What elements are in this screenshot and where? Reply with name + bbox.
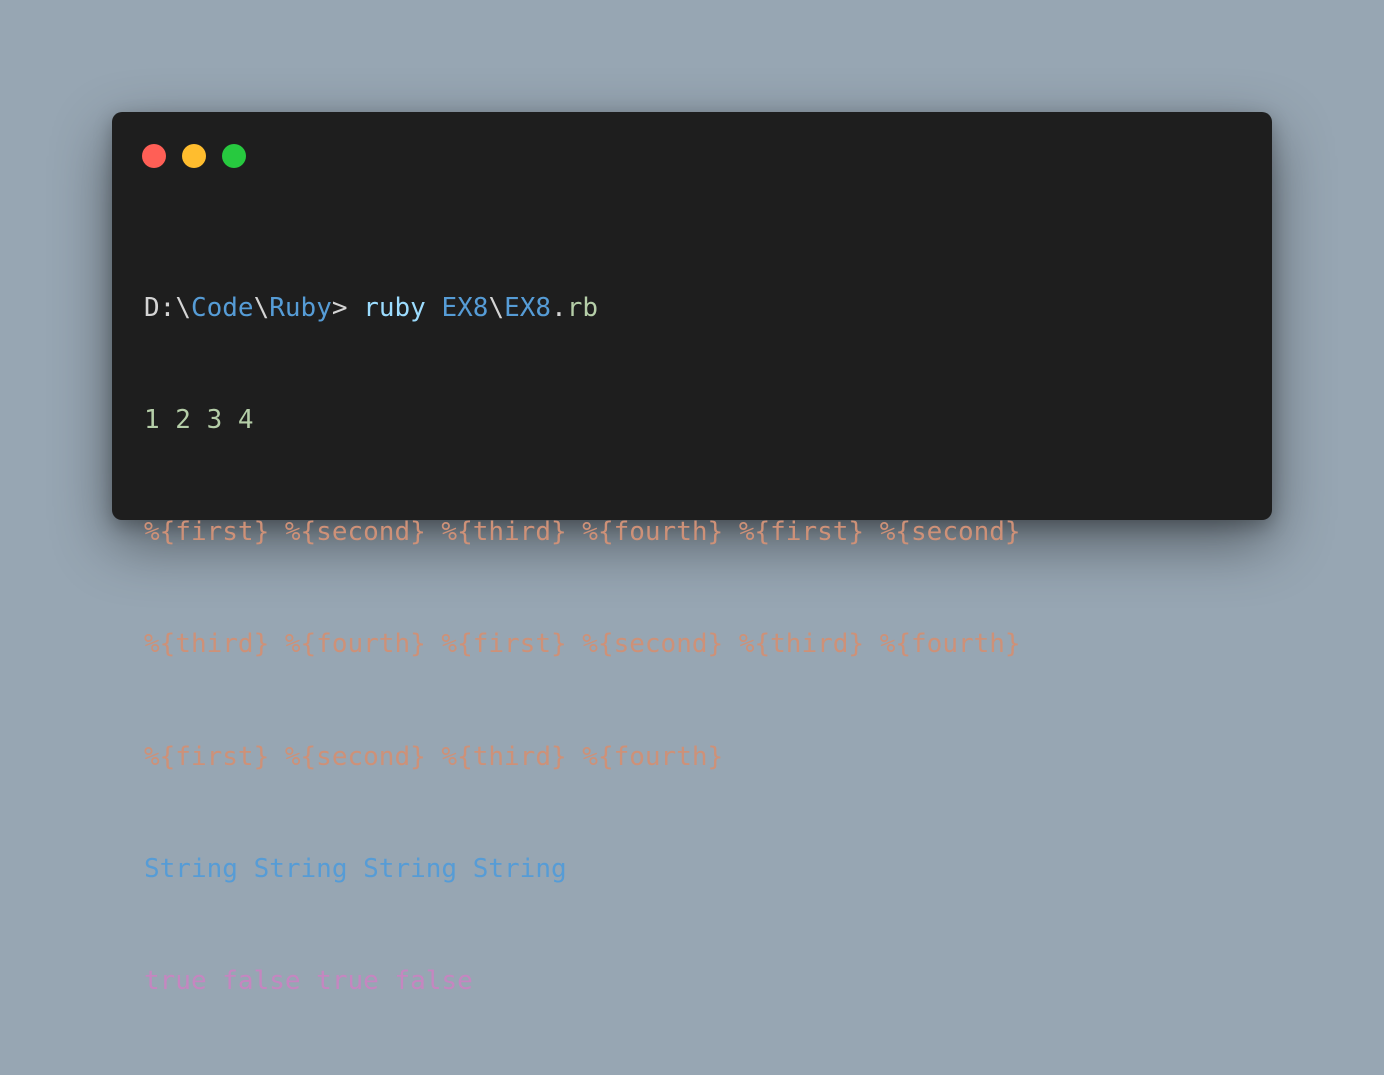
command-space — [426, 293, 442, 323]
output-format-line: %{first} %{second} %{third} %{fourth} — [144, 741, 724, 772]
minimize-icon[interactable] — [182, 144, 206, 168]
command-name: ruby — [363, 292, 426, 323]
argument-file: EX8 — [504, 292, 552, 323]
output-types: String String String String — [144, 853, 567, 884]
argument-dot: . — [551, 292, 567, 323]
terminal-output: D:\Code\Ruby> ruby EX8\EX8.rb 1 2 3 4 %{… — [144, 215, 1021, 1075]
prompt-separator: \ — [175, 292, 191, 323]
output-format-line: %{first} %{second} %{third} %{fourth} %{… — [144, 517, 1021, 548]
prompt-separator: \ — [253, 292, 270, 323]
output-format-line: %{third} %{fourth} %{first} %{second} %{… — [144, 629, 1021, 660]
output-numbers: 1 2 3 4 — [144, 405, 254, 436]
command-line: D:\Code\Ruby> ruby EX8\EX8.rb — [144, 290, 1021, 327]
argument-separator: \ — [488, 292, 505, 323]
prompt-symbol: > — [331, 292, 364, 323]
window-controls — [142, 144, 246, 168]
prompt-dir: Code — [190, 292, 254, 323]
argument-dir: EX8 — [441, 292, 489, 323]
prompt-drive: D: — [144, 292, 176, 323]
zoom-icon[interactable] — [222, 144, 246, 168]
close-icon[interactable] — [142, 144, 166, 168]
output-booleans: true false true false — [144, 966, 473, 997]
prompt-dir: Ruby — [269, 292, 332, 323]
terminal-window: D:\Code\Ruby> ruby EX8\EX8.rb 1 2 3 4 %{… — [112, 112, 1272, 996]
argument-extension: rb — [566, 292, 599, 323]
